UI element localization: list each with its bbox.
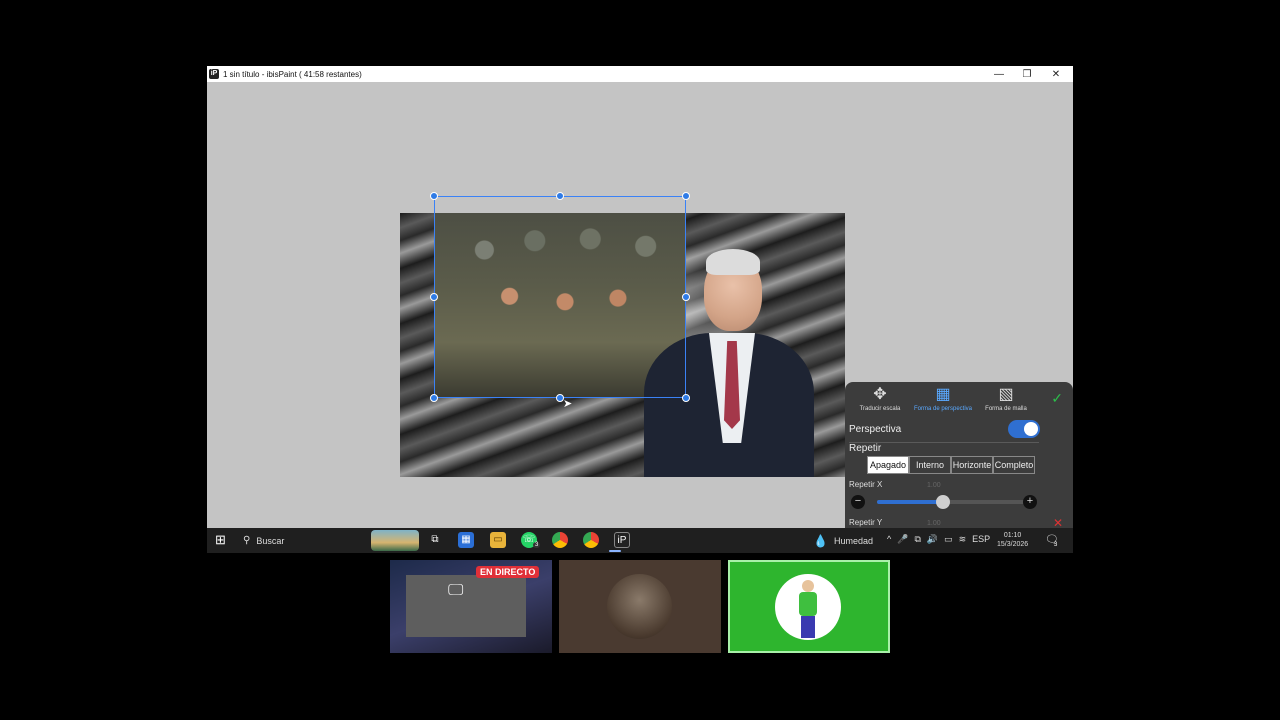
repeat-y-label: Repetir Y — [849, 518, 883, 527]
close-window-button[interactable]: ✕ — [1042, 66, 1070, 82]
character-head — [802, 580, 814, 592]
remote-screen: iP 1 sin título - ibisPaint ( 41:58 rest… — [207, 66, 1073, 553]
screen-share-placeholder — [406, 575, 526, 637]
tab-perspective-shape-label: Forma de perspectiva — [913, 406, 973, 412]
repeat-option-off[interactable]: Apagado — [867, 456, 909, 474]
weather-label: Humedad — [833, 536, 873, 546]
participant-avatar — [607, 574, 672, 639]
screen-share-icon[interactable]: ⧉ — [914, 534, 920, 545]
participant-tile-avatar[interactable] — [559, 560, 721, 653]
search-placeholder: Buscar — [256, 535, 285, 546]
character-legs — [801, 616, 815, 638]
transform-handle-bottom-right[interactable] — [682, 394, 690, 402]
repeat-mode-selector: Apagado Interno Horizonte Completo — [867, 456, 1035, 474]
clock-date: 15/3/2026 — [997, 541, 1029, 548]
participant-tile-screen-share[interactable]: 🖵 EN DIRECTO — [390, 560, 552, 653]
tab-perspective-shape[interactable]: ▦ Forma de perspectiva — [911, 386, 975, 412]
speaker-icon[interactable]: 🔊 — [927, 534, 938, 545]
repeat-option-horizon[interactable]: Horizonte — [951, 456, 993, 474]
transform-handle-top[interactable] — [556, 192, 564, 200]
tab-translate-scale-label: Traducir escala — [859, 406, 901, 412]
perspective-grid-icon: ▦ — [935, 386, 951, 403]
taskbar-search[interactable]: ⚲ Buscar — [243, 533, 284, 548]
chrome-icon[interactable] — [552, 532, 568, 548]
mesh-icon: ▧ — [998, 386, 1014, 403]
repeat-option-full[interactable]: Completo — [993, 456, 1035, 474]
ibispaint-taskbar-icon[interactable]: iP — [614, 532, 630, 548]
repeat-x-slider-fill — [877, 500, 943, 504]
participant-avatar-character — [775, 574, 841, 640]
maximize-button[interactable]: ❐ — [1013, 66, 1041, 82]
clock-time: 01:10 — [1003, 532, 1022, 539]
tab-translate-scale[interactable]: ✥ Traducir escala — [848, 386, 912, 412]
window-titlebar: iP 1 sin título - ibisPaint ( 41:58 rest… — [207, 66, 1073, 82]
battery-icon[interactable]: ▭ — [944, 534, 953, 545]
file-explorer-icon[interactable]: ▭ — [490, 532, 506, 548]
repeat-x-label: Repetir X — [849, 480, 883, 489]
repeat-label: Repetir — [849, 443, 882, 454]
canvas-workspace[interactable]: ➤ ✥ Traducir escala ▦ Forma de perspecti… — [207, 82, 1073, 547]
notification-badge: 3 — [1054, 542, 1058, 548]
repeat-option-internal[interactable]: Interno — [909, 456, 951, 474]
character-body — [799, 592, 817, 616]
hair-shape — [706, 249, 760, 275]
chrome-profile-icon[interactable] — [583, 532, 599, 548]
perspective-toggle[interactable] — [1008, 420, 1040, 438]
perspective-label: Perspectiva — [849, 424, 902, 435]
store-icon[interactable]: ▦ — [458, 532, 474, 548]
repeat-x-minus-button[interactable]: − — [851, 495, 865, 509]
transform-panel: ✥ Traducir escala ▦ Forma de perspectiva… — [845, 382, 1073, 547]
transform-handle-bottom-left[interactable] — [430, 394, 438, 402]
transform-handle-right[interactable] — [682, 293, 690, 301]
search-icon: ⚲ — [243, 535, 251, 546]
windows-start-icon[interactable]: ⊞ — [215, 533, 229, 547]
window-title: 1 sin título - ibisPaint ( 41:58 restant… — [223, 69, 362, 79]
system-tray: ^ 🎤 ⧉ 🔊 ▭ ≋ ESP — [887, 534, 990, 545]
repeat-x-slider[interactable] — [877, 495, 1027, 509]
monitor-icon: 🖵 — [448, 582, 464, 599]
mouse-cursor-icon: ➤ — [563, 398, 573, 410]
search-highlight-image[interactable] — [371, 530, 419, 551]
wifi-icon[interactable]: ≋ — [959, 534, 967, 545]
transform-handle-top-left[interactable] — [430, 192, 438, 200]
confirm-check-icon[interactable]: ✓ — [1051, 390, 1063, 407]
chevron-up-icon[interactable]: ^ — [887, 534, 891, 545]
live-badge: EN DIRECTO — [476, 566, 540, 578]
whatsapp-badge: 3 — [533, 542, 541, 548]
language-indicator[interactable]: ESP — [972, 534, 990, 545]
microphone-icon[interactable]: 🎤 — [897, 534, 908, 545]
participant-tile-speaking[interactable] — [728, 560, 890, 653]
weather-widget[interactable]: 💧 Humedad — [813, 534, 873, 548]
taskbar-clock[interactable]: 01:10 15/3/2026 — [997, 531, 1028, 549]
repeat-x-slider-thumb[interactable] — [936, 495, 950, 509]
move-icon: ✥ — [873, 386, 887, 403]
task-view-icon[interactable]: ⧉ — [427, 532, 443, 548]
repeat-y-value: 1.00 — [927, 520, 941, 527]
tab-mesh-shape[interactable]: ▧ Forma de malla — [974, 386, 1038, 412]
transform-handle-left[interactable] — [430, 293, 438, 301]
meeting-participants-strip: 🖵 EN DIRECTO — [390, 560, 890, 653]
ibispaint-app-icon: iP — [209, 69, 219, 79]
minimize-button[interactable]: — — [985, 66, 1013, 82]
transform-selection-box[interactable] — [434, 196, 686, 398]
windows-taskbar: ⊞ ⚲ Buscar ⧉ ▦ ▭ ☏ 3 iP 💧 Humedad ^ 🎤 ⧉ … — [207, 528, 1073, 553]
tab-mesh-shape-label: Forma de malla — [985, 406, 1027, 412]
repeat-x-value: 1.00 — [927, 482, 941, 489]
droplet-icon: 💧 — [813, 534, 828, 548]
transform-handle-top-right[interactable] — [682, 192, 690, 200]
active-app-indicator — [609, 550, 621, 552]
repeat-x-plus-button[interactable]: + — [1023, 495, 1037, 509]
